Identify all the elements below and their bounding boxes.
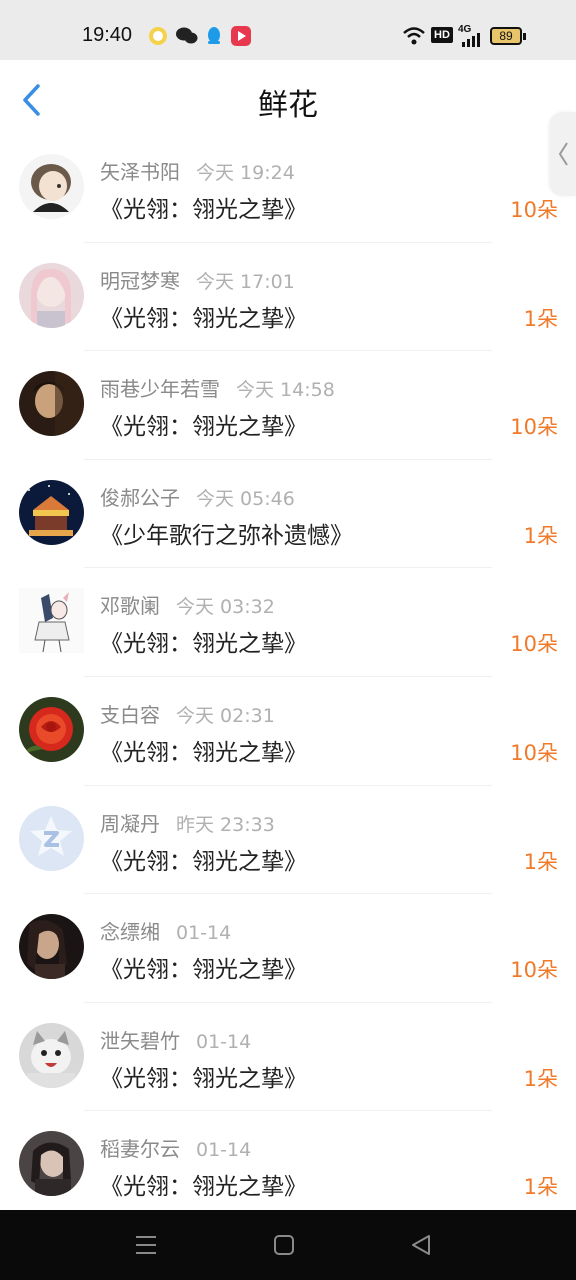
signal-icon (462, 32, 486, 51)
book-title[interactable]: 《光翎：翎光之挚》 (100, 299, 307, 333)
battery-tip (523, 33, 526, 40)
book-title[interactable]: 《光翎：翎光之挚》 (100, 624, 307, 658)
book-title[interactable]: 《光翎：翎光之挚》 (100, 733, 307, 767)
list-item[interactable]: 雨巷少年若雪 今天 14:58 《光翎：翎光之挚》 10朵 (0, 351, 576, 460)
user-name[interactable]: 邓歌阑 (100, 594, 160, 618)
timestamp: 今天 05:46 (196, 487, 295, 510)
avatar[interactable] (19, 154, 84, 219)
header-bar: 鲜花 (0, 60, 576, 134)
timestamp: 今天 17:01 (196, 270, 295, 293)
wifi-icon (402, 26, 426, 50)
user-name[interactable]: 俊郝公子 (100, 486, 180, 510)
flower-count: 1朵 (523, 523, 558, 548)
timestamp: 今天 14:58 (236, 379, 335, 402)
list-item[interactable]: 周凝丹 昨天 23:33 《光翎：翎光之挚》 1朵 (0, 786, 576, 895)
list-item[interactable]: 邓歌阑 今天 03:32 《光翎：翎光之挚》 10朵 (0, 568, 576, 677)
flower-count: 10朵 (510, 632, 558, 657)
user-name[interactable]: 支白容 (100, 703, 160, 727)
user-name[interactable]: 稻妻尔云 (100, 1137, 180, 1161)
avatar[interactable] (19, 371, 84, 437)
book-title[interactable]: 《光翎：翎光之挚》 (100, 1059, 307, 1093)
list-item[interactable]: 俊郝公子 今天 05:46 《少年歌行之弥补遗憾》 1朵 (0, 460, 576, 569)
list-item[interactable]: 矢泽书阳 今天 19:24 《光翎：翎光之挚》 10朵 (0, 134, 576, 243)
book-title[interactable]: 《光翎：翎光之挚》 (100, 407, 307, 441)
book-title[interactable]: 《光翎：翎光之挚》 (100, 190, 307, 224)
user-name[interactable]: 矢泽书阳 (100, 160, 180, 184)
user-name[interactable]: 周凝丹 (100, 812, 160, 836)
app-notification-icon (148, 26, 168, 46)
status-bar: 19:40 HD 4G 89 (0, 0, 576, 60)
triangle-back-icon[interactable] (408, 1232, 434, 1258)
avatar[interactable] (19, 588, 84, 654)
timestamp: 昨天 23:33 (176, 813, 275, 836)
home-square-icon[interactable] (271, 1232, 297, 1258)
list-item[interactable]: 念缥缃 01-14 《光翎：翎光之挚》 10朵 (0, 894, 576, 1003)
flower-count: 1朵 (523, 1066, 558, 1091)
user-name[interactable]: 明冠梦寒 (100, 269, 180, 293)
wechat-icon (176, 26, 198, 46)
avatar[interactable] (19, 1022, 84, 1088)
book-title[interactable]: 《少年歌行之弥补遗憾》 (100, 516, 353, 550)
video-app-icon (231, 26, 251, 46)
avatar[interactable] (19, 479, 84, 545)
menu-icon[interactable] (133, 1232, 159, 1258)
book-title[interactable]: 《光翎：翎光之挚》 (100, 1167, 307, 1201)
flower-count: 1朵 (523, 849, 558, 874)
status-time: 19:40 (82, 24, 133, 46)
list-item[interactable]: 明冠梦寒 今天 17:01 《光翎：翎光之挚》 1朵 (0, 243, 576, 352)
flower-count: 10朵 (510, 740, 558, 765)
system-nav-bar (0, 1210, 576, 1280)
flower-list: 矢泽书阳 今天 19:24 《光翎：翎光之挚》 10朵 明冠梦寒 今天 17:01 … (0, 134, 576, 1220)
avatar[interactable] (19, 1131, 84, 1197)
user-name[interactable]: 念缥缃 (100, 920, 160, 944)
user-name[interactable]: 雨巷少年若雪 (100, 377, 220, 401)
timestamp: 01-14 (196, 1139, 252, 1162)
battery-indicator: 89 (490, 27, 522, 45)
list-item[interactable]: 泄矢碧竹 01-14 《光翎：翎光之挚》 1朵 (0, 1003, 576, 1112)
list-item[interactable]: 稻妻尔云 01-14 《光翎：翎光之挚》 1朵 (0, 1111, 576, 1220)
page-title: 鲜花 (258, 88, 318, 123)
book-title[interactable]: 《光翎：翎光之挚》 (100, 950, 307, 984)
hd-badge: HD (431, 27, 453, 43)
avatar[interactable] (19, 914, 84, 980)
book-title[interactable]: 《光翎：翎光之挚》 (100, 842, 307, 876)
list-item[interactable]: 支白容 今天 02:31 《光翎：翎光之挚》 10朵 (0, 677, 576, 786)
timestamp: 01-14 (176, 922, 232, 945)
timestamp: 今天 19:24 (196, 162, 295, 184)
avatar[interactable] (19, 262, 84, 328)
flower-count: 10朵 (510, 198, 558, 222)
timestamp: 01-14 (196, 1030, 252, 1053)
flower-count: 10朵 (510, 415, 558, 440)
flower-count: 1朵 (523, 1175, 558, 1200)
avatar[interactable] (19, 696, 84, 762)
flower-count: 1朵 (523, 306, 558, 331)
timestamp: 今天 03:32 (176, 596, 275, 619)
user-name[interactable]: 泄矢碧竹 (100, 1029, 180, 1053)
avatar[interactable] (19, 805, 84, 871)
qq-icon (204, 26, 224, 46)
flower-count: 10朵 (510, 958, 558, 983)
timestamp: 今天 02:31 (176, 704, 275, 727)
